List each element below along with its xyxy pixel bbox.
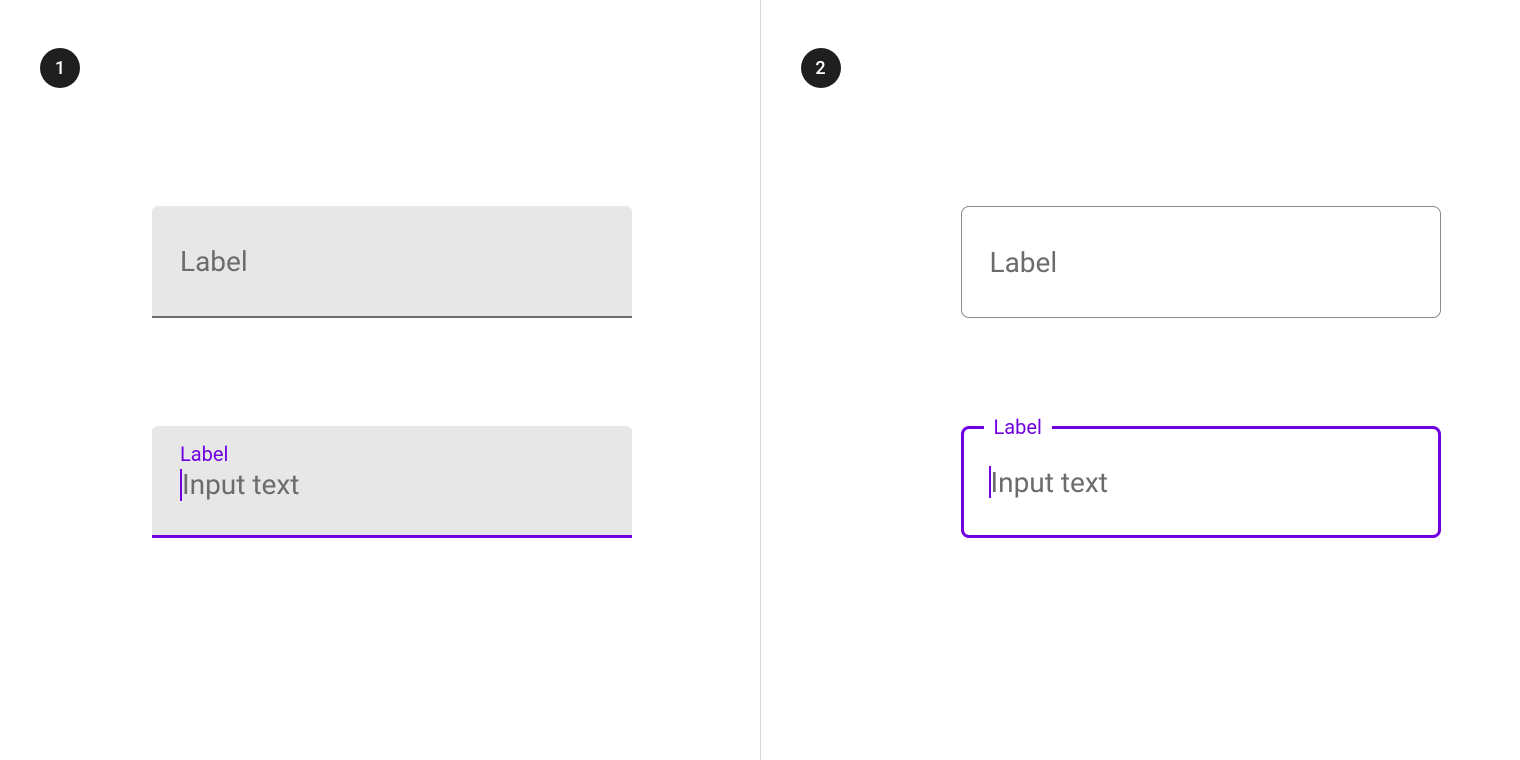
badge-number: 2 — [815, 58, 825, 79]
panel-filled-variants: 1 Label Label Input text — [0, 0, 761, 760]
outlined-text-field-inactive[interactable]: Label — [961, 206, 1441, 318]
filled-text-field-inactive[interactable]: Label — [152, 206, 632, 318]
filled-active-input-row: Input text — [180, 468, 604, 501]
outlined-text-field-active[interactable]: Label Input text — [961, 426, 1441, 538]
panel-badge-2: 2 — [801, 48, 841, 88]
panel-outlined-variants: 2 Label Label Input text — [761, 0, 1520, 760]
filled-active-input-text: Input text — [182, 468, 299, 501]
comparison-container: 1 Label Label Input text 2 Label — [0, 0, 1520, 760]
filled-active-floating-label: Label — [180, 442, 604, 466]
outlined-inactive-label: Label — [990, 246, 1058, 279]
filled-fields-group: Label Label Input text — [152, 206, 632, 538]
badge-number: 1 — [55, 58, 65, 79]
panel-badge-1: 1 — [40, 48, 80, 88]
outlined-fields-group: Label Label Input text — [961, 206, 1441, 538]
outlined-active-input-row: Input text — [989, 466, 1108, 499]
filled-inactive-label: Label — [180, 245, 248, 278]
outlined-active-floating-label: Label — [984, 415, 1052, 439]
outlined-active-input-text: Input text — [991, 466, 1108, 499]
filled-text-field-active[interactable]: Label Input text — [152, 426, 632, 538]
